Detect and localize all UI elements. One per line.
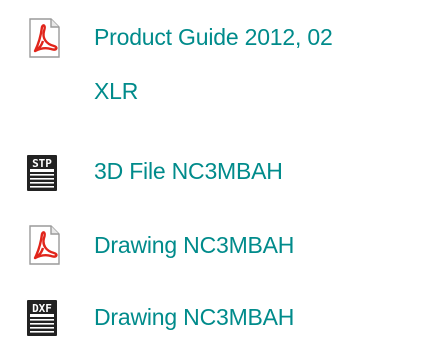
file-link-label[interactable]: Drawing NC3MBAH — [94, 218, 294, 272]
dxf-file-icon[interactable]: DXF — [24, 298, 64, 338]
icon-type-text: DXF — [32, 302, 52, 315]
stp-file-icon[interactable]: STP — [24, 153, 64, 193]
pdf-file-icon[interactable] — [24, 225, 64, 265]
pdf-file-icon[interactable] — [24, 18, 64, 58]
file-link-label[interactable]: 3D File NC3MBAH — [94, 144, 283, 198]
file-link-label[interactable]: Drawing NC3MBAH — [94, 290, 294, 344]
file-link-line: 3D File NC3MBAH — [94, 158, 283, 184]
file-link-line: Drawing NC3MBAH — [94, 232, 295, 258]
file-link-label[interactable]: Product Guide 2012, 02 XLR — [94, 10, 333, 118]
file-link-line: Product Guide 2012, 02 — [94, 24, 333, 50]
file-link-line: XLR — [94, 78, 139, 104]
icon-type-text: STP — [32, 157, 52, 170]
file-download-list: Product Guide 2012, 02 XLR STP 3D File N… — [0, 0, 424, 349]
file-link-line: Drawing NC3MBAH — [94, 304, 295, 330]
